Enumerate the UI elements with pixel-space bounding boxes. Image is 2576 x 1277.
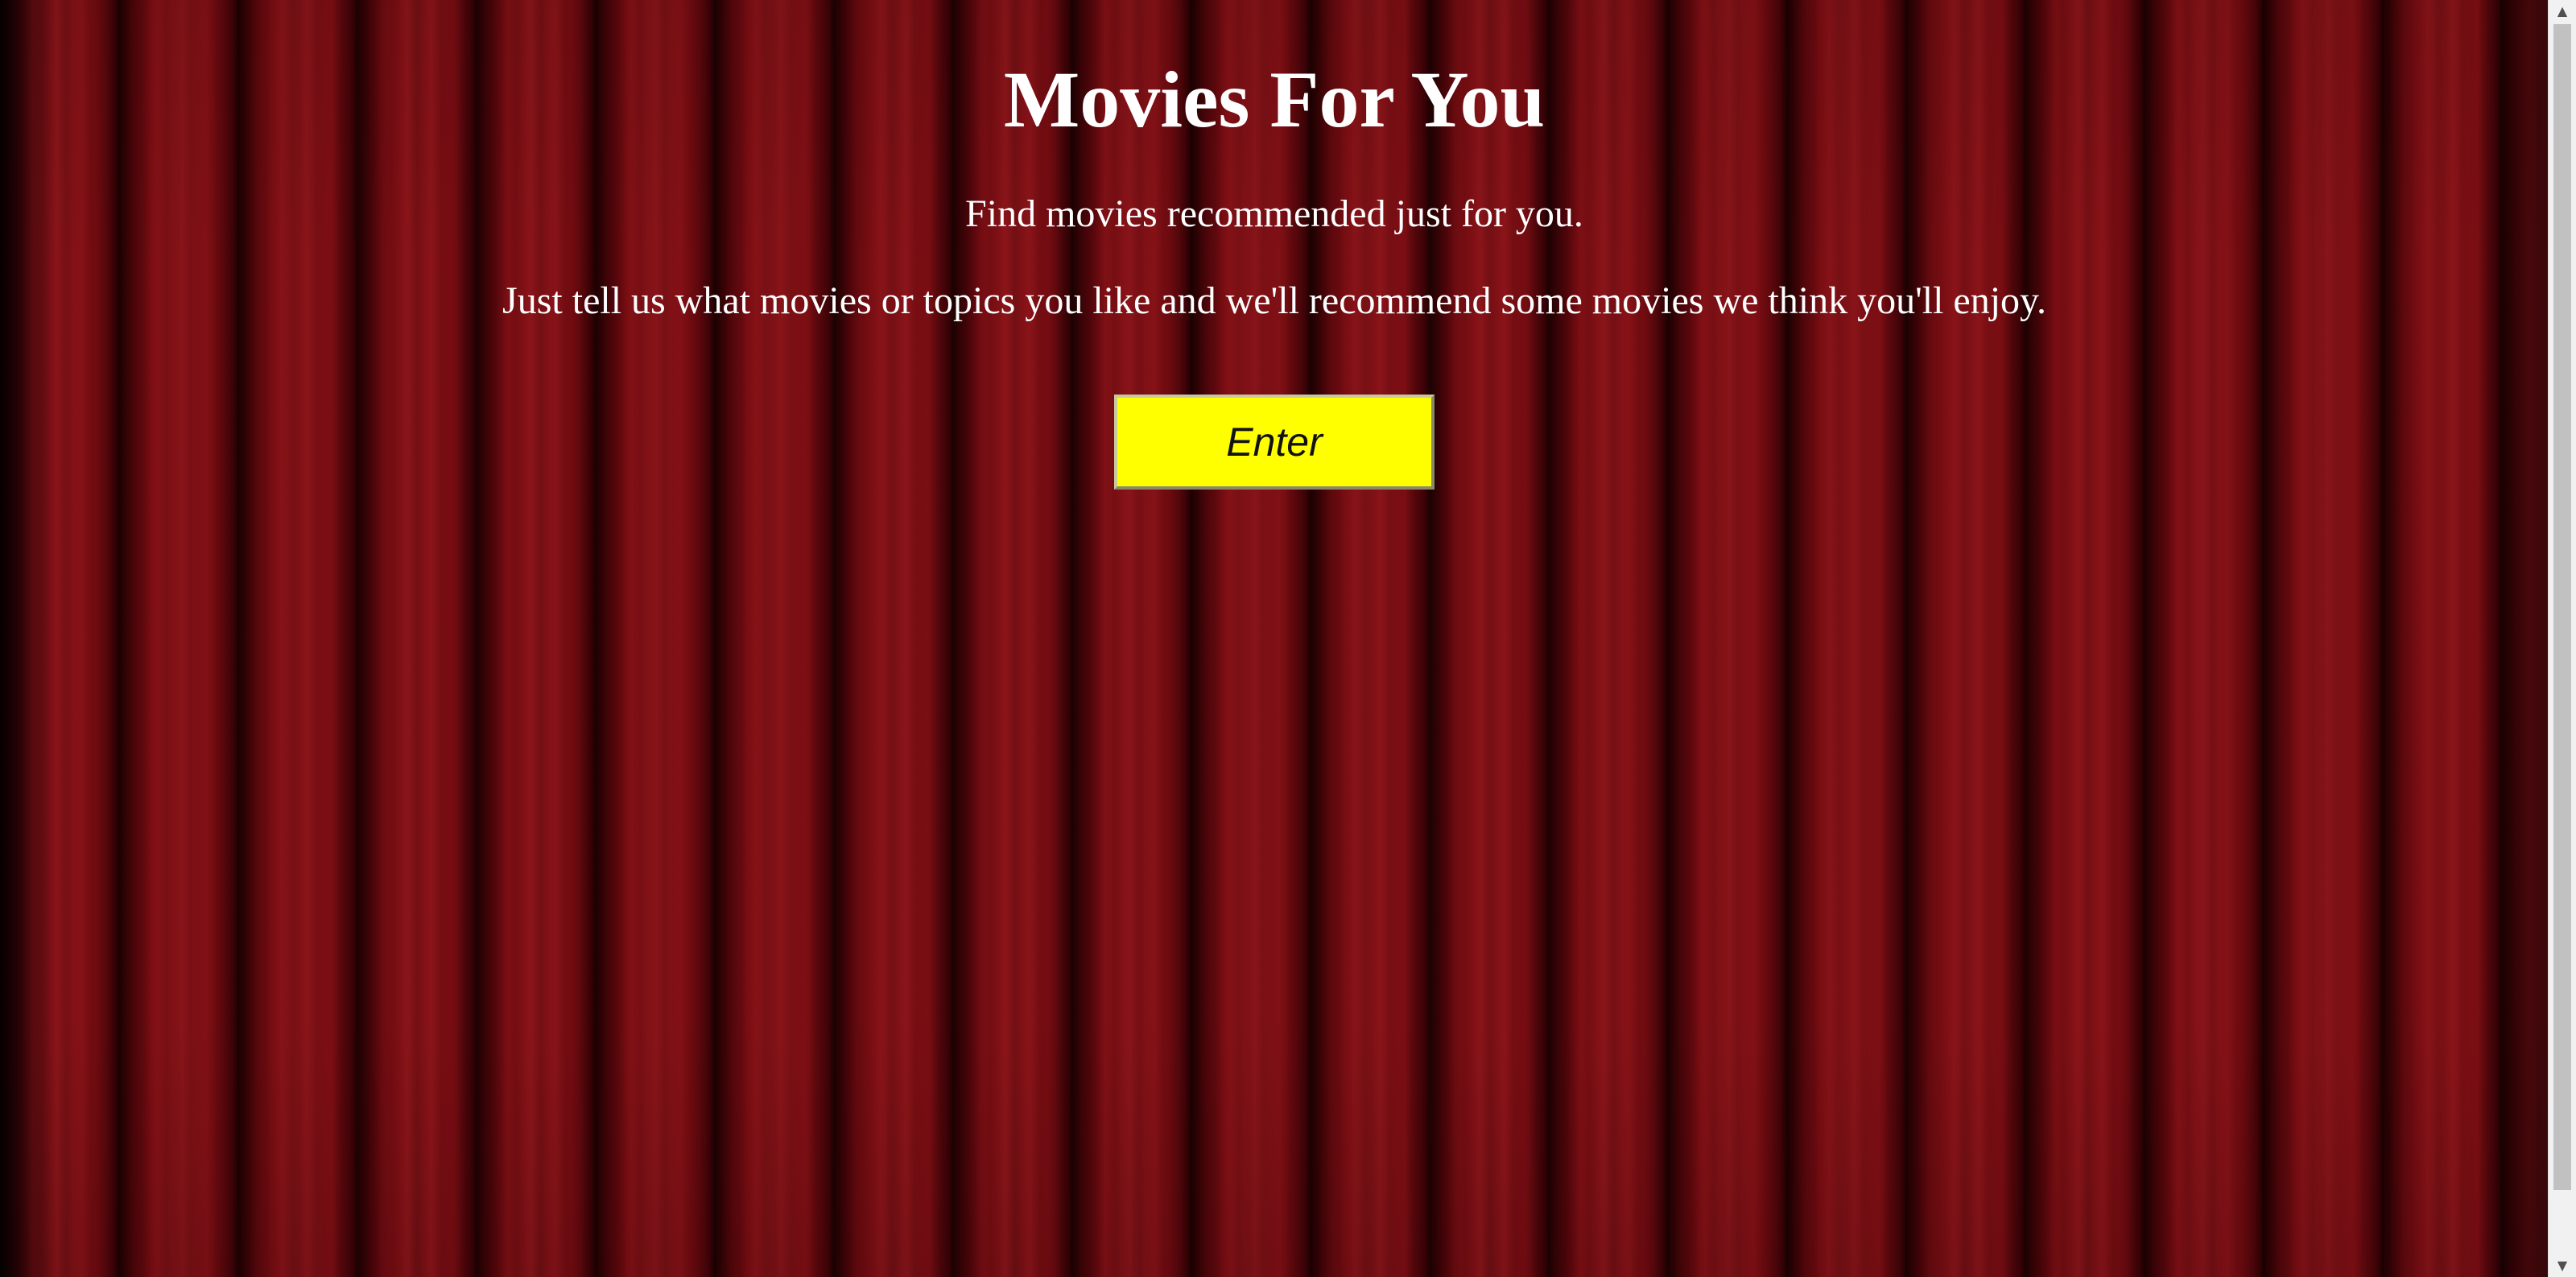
- scroll-up-arrow-icon[interactable]: ▲: [2549, 0, 2576, 23]
- scrollbar-thumb[interactable]: [2553, 24, 2571, 1190]
- enter-button[interactable]: Enter: [1114, 395, 1435, 490]
- tagline-primary: Find movies recommended just for you.: [965, 192, 1583, 235]
- page-title: Movies For You: [1003, 55, 1546, 144]
- scroll-down-arrow-icon[interactable]: ▼: [2549, 1254, 2576, 1277]
- tagline-secondary: Just tell us what movies or topics you l…: [502, 279, 2046, 322]
- vertical-scrollbar[interactable]: ▲ ▼: [2548, 0, 2576, 1277]
- main-content: Movies For You Find movies recommended j…: [0, 0, 2549, 490]
